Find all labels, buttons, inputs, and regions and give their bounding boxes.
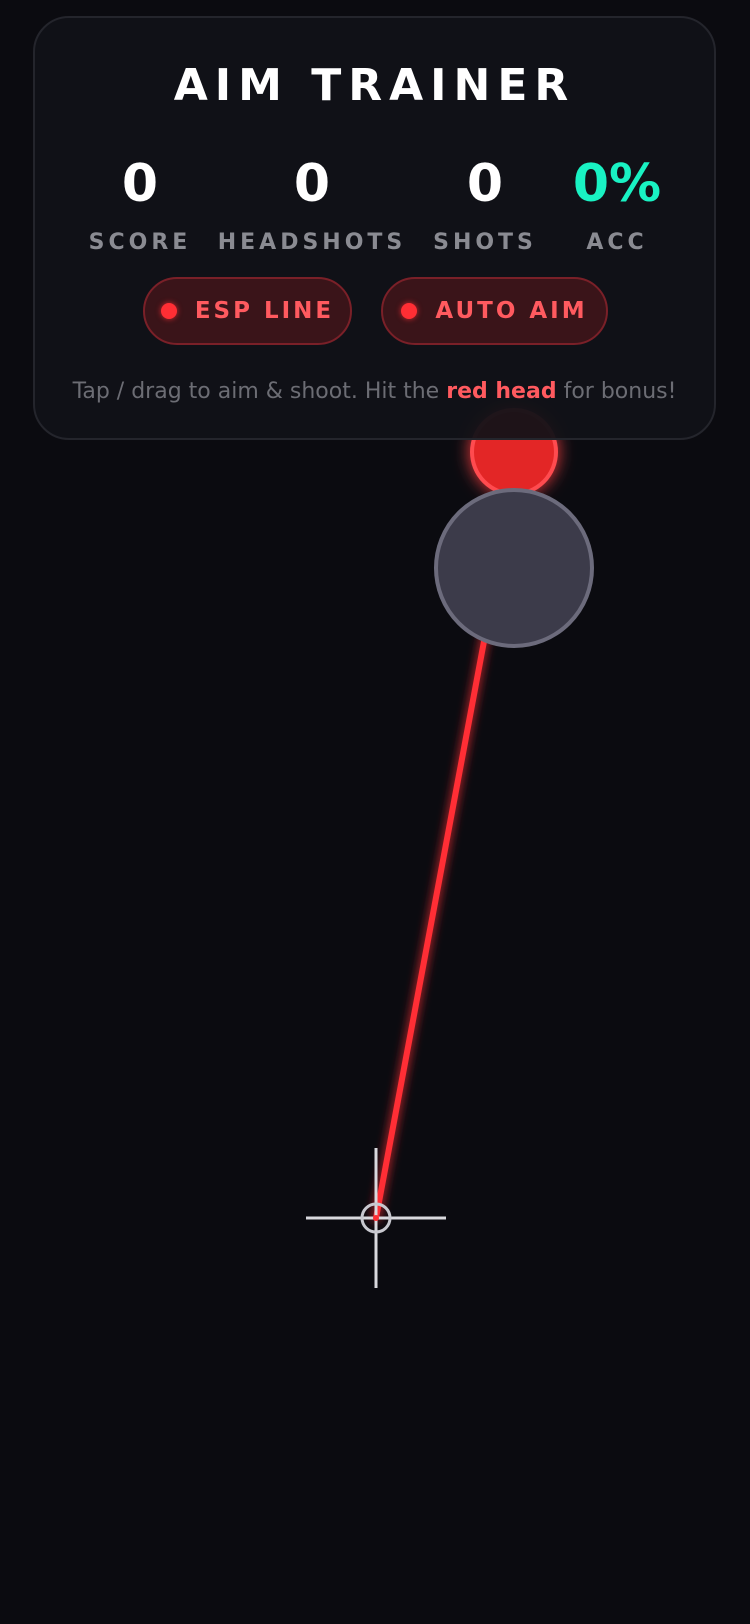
shots-label: SHOTS <box>433 230 537 255</box>
headshots-label: HEADSHOTS <box>217 230 407 255</box>
red-dot-icon <box>401 303 418 319</box>
auto-aim-label: AUTO AIM <box>435 298 588 324</box>
instruction-hint: Tap / drag to aim & shoot. Hit the red h… <box>35 379 714 405</box>
stat-accuracy: 0% ACC <box>573 158 661 254</box>
red-dot-icon <box>160 303 177 319</box>
stat-shots: 0 SHOTS <box>433 158 537 254</box>
stat-headshots: 0 HEADSHOTS <box>218 158 407 254</box>
esp-line <box>373 633 488 1221</box>
esp-line-toggle[interactable]: ESP LINE <box>143 277 352 345</box>
score-label: SCORE <box>88 230 192 255</box>
game-stage[interactable]: AIM TRAINER 0 SCORE 0 HEADSHOTS 0 SHOTS … <box>0 0 750 1624</box>
esp-line-label: ESP LINE <box>194 298 335 324</box>
hint-text-start: Tap / drag to aim & shoot. Hit the <box>72 379 440 404</box>
crosshair-icon <box>306 1148 446 1288</box>
stat-score: 0 SCORE <box>89 158 192 254</box>
auto-aim-toggle[interactable]: AUTO AIM <box>381 277 608 345</box>
headshots-value: 0 <box>293 154 331 214</box>
accuracy-label: ACC <box>586 230 648 255</box>
accuracy-value: 0% <box>572 154 662 214</box>
hint-highlight: red head <box>446 379 557 404</box>
score-value: 0 <box>121 154 159 214</box>
hud-panel: AIM TRAINER 0 SCORE 0 HEADSHOTS 0 SHOTS … <box>33 16 716 440</box>
hint-text-end: for bonus! <box>563 379 677 404</box>
game-title: AIM TRAINER <box>173 60 576 111</box>
target-body[interactable] <box>434 488 594 648</box>
shots-value: 0 <box>466 154 504 214</box>
